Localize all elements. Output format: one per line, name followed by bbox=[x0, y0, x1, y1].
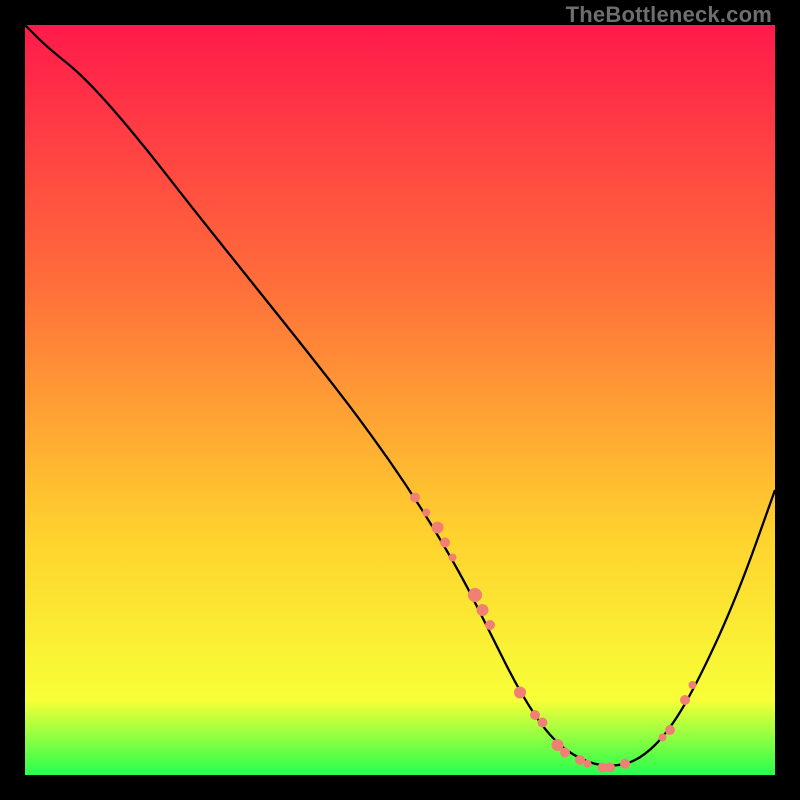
highlighted-point bbox=[584, 760, 592, 768]
highlighted-point bbox=[514, 687, 526, 699]
highlighted-point bbox=[560, 748, 570, 758]
highlighted-point bbox=[440, 538, 450, 548]
highlighted-point bbox=[477, 604, 489, 616]
highlighted-point bbox=[575, 755, 585, 765]
highlighted-point bbox=[659, 734, 667, 742]
highlighted-point bbox=[680, 695, 690, 705]
highlighted-point bbox=[620, 759, 630, 769]
chart-svg bbox=[25, 25, 775, 775]
highlighted-point bbox=[449, 554, 457, 562]
chart-frame bbox=[25, 25, 775, 775]
highlighted-point bbox=[422, 509, 430, 517]
highlighted-point bbox=[410, 493, 420, 503]
highlighted-point bbox=[432, 522, 444, 534]
highlighted-point bbox=[485, 620, 495, 630]
highlighted-point bbox=[605, 763, 615, 773]
highlighted-point bbox=[665, 725, 675, 735]
highlighted-point bbox=[468, 588, 482, 602]
highlighted-point bbox=[538, 718, 548, 728]
highlighted-point bbox=[689, 681, 697, 689]
highlighted-point bbox=[530, 710, 540, 720]
